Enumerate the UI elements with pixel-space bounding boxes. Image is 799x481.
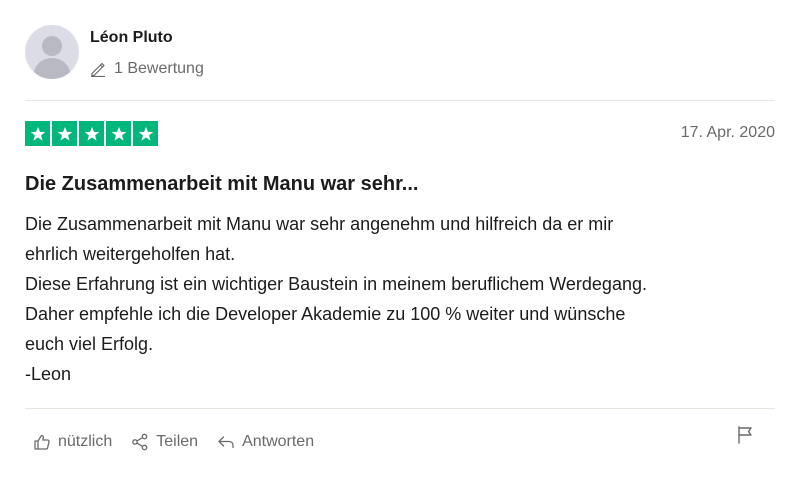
thumbs-up-icon bbox=[34, 434, 50, 450]
star-rating bbox=[25, 121, 158, 146]
report-flag-button[interactable] bbox=[736, 425, 754, 445]
share-button[interactable]: Teilen bbox=[131, 433, 198, 451]
review-count: 1 Bewertung bbox=[90, 58, 204, 80]
user-silhouette-icon bbox=[33, 36, 71, 79]
divider bbox=[25, 100, 775, 101]
review-text-line: -Leon bbox=[25, 364, 72, 384]
share-icon bbox=[132, 433, 148, 451]
review-card: Léon Pluto 1 Bewertung 17. Apr. 2020 Die… bbox=[0, 0, 799, 481]
star-icon bbox=[133, 121, 158, 146]
review-text-line: ehrlich weitergeholfen hat. bbox=[25, 244, 236, 264]
reply-button[interactable]: Antworten bbox=[217, 433, 314, 451]
review-title[interactable]: Die Zusammenarbeit mit Manu war sehr... bbox=[25, 173, 418, 196]
star-icon bbox=[106, 121, 131, 146]
reviewer-name[interactable]: Léon Pluto bbox=[90, 29, 173, 47]
star-icon bbox=[52, 121, 77, 146]
useful-button[interactable]: nützlich bbox=[33, 433, 112, 451]
pencil-icon bbox=[91, 62, 105, 77]
star-icon bbox=[25, 121, 50, 146]
review-text: Die Zusammenarbeit mit Manu war sehr ang… bbox=[25, 209, 775, 389]
reply-arrow-icon bbox=[218, 436, 234, 449]
reply-label: Antworten bbox=[242, 433, 315, 450]
review-text-line: euch viel Erfolg. bbox=[25, 334, 154, 354]
review-count-label: 1 Bewertung bbox=[114, 60, 204, 77]
avatar[interactable] bbox=[25, 25, 79, 79]
review-date: 17. Apr. 2020 bbox=[680, 124, 775, 141]
review-text-line: Die Zusammenarbeit mit Manu war sehr ang… bbox=[25, 214, 614, 234]
star-icon bbox=[79, 121, 104, 146]
review-text-line: Daher empfehle ich die Developer Akademi… bbox=[25, 304, 626, 324]
review-text-line: Diese Erfahrung ist ein wichtiger Bauste… bbox=[25, 274, 647, 294]
review-actions: nützlich Teilen Antworten bbox=[33, 430, 314, 454]
divider bbox=[25, 408, 775, 409]
share-label: Teilen bbox=[156, 433, 199, 450]
flag-icon bbox=[738, 426, 752, 444]
useful-label: nützlich bbox=[58, 433, 113, 450]
